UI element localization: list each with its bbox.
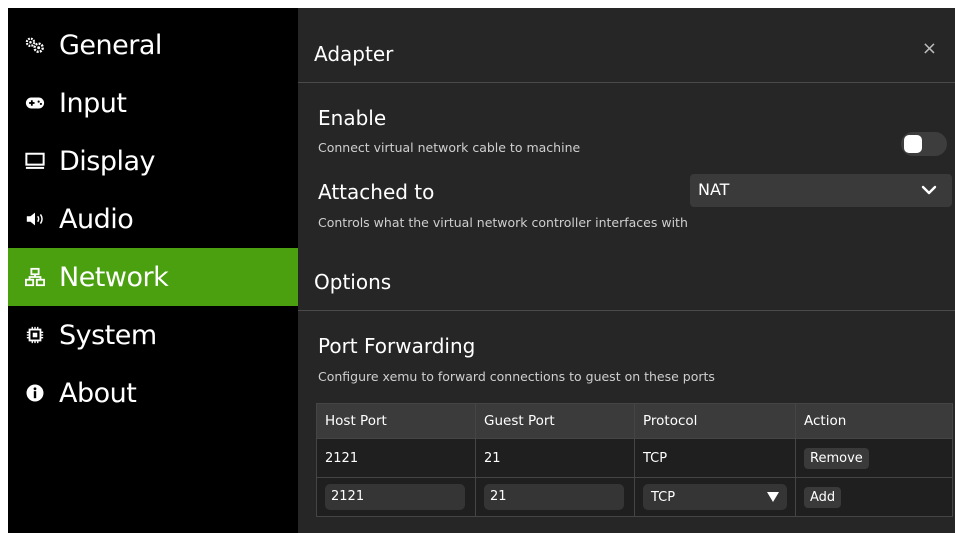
column-header-action: Action (795, 403, 953, 439)
sidebar-item-system[interactable]: System (8, 306, 298, 364)
port-forwarding-table: Host Port Guest Port Protocol Action 212… (316, 403, 953, 517)
action-cell: Add (795, 477, 953, 517)
attached-to-description: Controls what the virtual network contro… (318, 215, 688, 230)
section-title-adapter: Adapter (314, 42, 394, 66)
toggle-knob (904, 135, 922, 153)
chip-icon (25, 325, 45, 345)
gears-icon (25, 36, 45, 54)
sidebar-item-label: Display (59, 145, 156, 177)
column-header-host-port: Host Port (316, 403, 476, 439)
new-entry-row: 2121 21 TCP Add (316, 477, 953, 517)
sidebar-item-label: Input (59, 87, 127, 119)
speaker-icon (25, 210, 45, 228)
sidebar-item-network[interactable]: Network (8, 248, 298, 306)
protocol-select[interactable]: TCP (643, 484, 787, 510)
sidebar-item-label: About (59, 377, 137, 409)
sidebar-item-general[interactable]: General (8, 16, 298, 74)
port-forwarding-title: Port Forwarding (318, 334, 476, 358)
section-title-options: Options (314, 270, 392, 294)
attached-to-title: Attached to (318, 180, 435, 204)
sidebar-item-display[interactable]: Display (8, 132, 298, 190)
triangle-down-icon (767, 492, 779, 502)
divider (298, 82, 955, 83)
sidebar-item-label: Network (59, 261, 169, 293)
monitor-icon (25, 151, 45, 171)
sidebar-item-label: Audio (59, 203, 134, 235)
chevron-down-icon (920, 181, 938, 203)
gamepad-icon (25, 95, 45, 111)
protocol-cell: TCP (634, 477, 796, 517)
info-icon (25, 383, 45, 403)
sidebar-item-audio[interactable]: Audio (8, 190, 298, 248)
network-icon (25, 267, 45, 287)
divider (298, 310, 955, 311)
table-header-row: Host Port Guest Port Protocol Action (316, 403, 953, 439)
sidebar-item-about[interactable]: About (8, 364, 298, 422)
dropdown-value: NAT (698, 180, 730, 199)
enable-toggle[interactable] (901, 132, 947, 156)
protocol-select-value: TCP (651, 489, 676, 505)
remove-button[interactable]: Remove (804, 447, 869, 469)
protocol-cell: TCP (634, 438, 796, 478)
host-port-cell: 2121 (316, 438, 476, 478)
guest-port-input[interactable]: 21 (484, 484, 624, 510)
sidebar-item-label: System (59, 319, 157, 351)
column-header-guest-port: Guest Port (475, 403, 635, 439)
close-icon[interactable]: × (922, 38, 937, 59)
settings-panel: Adapter × Enable Connect virtual network… (298, 8, 955, 533)
sidebar-item-input[interactable]: Input (8, 74, 298, 132)
host-port-cell: 2121 (316, 477, 476, 517)
enable-setting-description: Connect virtual network cable to machine (318, 140, 581, 155)
sidebar-item-label: General (59, 29, 162, 61)
enable-setting-title: Enable (318, 106, 387, 130)
attached-to-dropdown[interactable]: NAT (690, 174, 952, 207)
host-port-input[interactable]: 2121 (325, 484, 465, 510)
column-header-protocol: Protocol (634, 403, 796, 439)
table-row: 2121 21 TCP Remove (316, 438, 953, 478)
sidebar: General Input Display Audio Network Syst… (8, 8, 298, 533)
settings-window: General Input Display Audio Network Syst… (8, 8, 955, 533)
guest-port-cell: 21 (475, 438, 635, 478)
add-button[interactable]: Add (804, 486, 842, 508)
port-forwarding-description: Configure xemu to forward connections to… (318, 369, 715, 384)
guest-port-cell: 21 (475, 477, 635, 517)
action-cell: Remove (795, 438, 953, 478)
